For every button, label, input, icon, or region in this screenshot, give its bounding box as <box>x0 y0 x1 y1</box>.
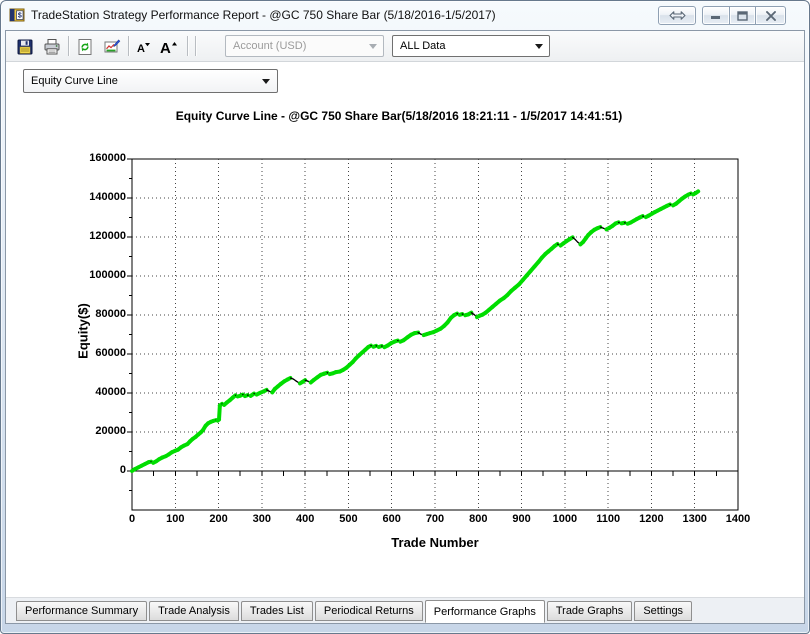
refresh-icon <box>78 38 92 55</box>
y-tick-label: 140000 <box>89 191 126 203</box>
tab-trade-analysis[interactable]: Trade Analysis <box>149 601 239 621</box>
y-axis-title: Equity($) <box>75 303 91 359</box>
increase-font-button[interactable]: A <box>154 34 184 59</box>
window-controls <box>702 6 786 25</box>
graph-type-combo[interactable]: Equity Curve Line <box>23 69 278 93</box>
svg-text:$: $ <box>18 13 22 20</box>
toolbar-separator <box>68 36 70 56</box>
close-icon <box>765 10 776 21</box>
undock-button[interactable] <box>658 6 696 25</box>
decrease-font-button[interactable]: A <box>132 34 154 59</box>
y-tick-label: 0 <box>119 464 126 476</box>
tab-trades-list[interactable]: Trades List <box>240 601 313 621</box>
customize-button[interactable] <box>99 34 125 59</box>
y-tick-label: 20000 <box>95 425 126 437</box>
title-bar[interactable]: $ TradeStation Strategy Performance Repo… <box>1 1 809 30</box>
tab-performance-graphs[interactable]: Performance Graphs <box>424 600 545 623</box>
refresh-button[interactable] <box>72 34 98 59</box>
account-combo-value: Account (USD) <box>233 40 307 52</box>
y-tick-label: 40000 <box>95 386 126 398</box>
y-tick-label: 100000 <box>89 269 126 281</box>
toolbar-separator <box>187 36 189 56</box>
close-button[interactable] <box>756 6 786 25</box>
save-button[interactable] <box>12 34 38 59</box>
data-range-combo[interactable]: ALL Data <box>392 35 550 57</box>
undock-icon <box>668 11 686 20</box>
chevron-down-icon <box>262 79 270 84</box>
window-title: TradeStation Strategy Performance Report… <box>31 8 496 22</box>
save-icon <box>17 39 33 54</box>
account-combo: Account (USD) <box>225 35 384 57</box>
y-tick-label: 120000 <box>89 230 126 242</box>
chevron-down-icon <box>369 44 377 49</box>
toolbar-separator <box>128 36 130 56</box>
chevron-down-icon <box>535 44 543 49</box>
chart-title: Equity Curve Line - @GC 750 Share Bar(5/… <box>175 109 623 123</box>
toolbar: A A Account (USD) ALL Data <box>6 31 804 62</box>
restore-icon <box>737 10 748 21</box>
y-tick-label: 160000 <box>89 152 126 164</box>
graph-type-combo-value: Equity Curve Line <box>31 75 118 87</box>
increase-font-icon: A <box>160 40 177 56</box>
report-tab-strip: Performance Summary Trade Analysis Trades … <box>6 597 804 623</box>
x-tick-label: 1400 <box>725 513 751 525</box>
tab-settings[interactable]: Settings <box>634 601 693 621</box>
print-icon <box>44 38 60 54</box>
tradestation-performance-report-window: $ TradeStation Strategy Performance Repo… <box>0 0 810 634</box>
tab-trade-graphs[interactable]: Trade Graphs <box>546 601 633 621</box>
minimize-icon <box>711 16 720 19</box>
tab-performance-summary[interactable]: Performance Summary <box>16 601 148 621</box>
data-range-combo-value: ALL Data <box>400 40 446 52</box>
equity-curve-chart <box>127 158 739 511</box>
tab-periodical-returns[interactable]: Periodical Returns <box>314 601 423 621</box>
report-client-area: A A Account (USD) ALL Data Equity Curve … <box>5 30 805 624</box>
customize-report-icon <box>104 38 121 52</box>
app-icon: $ <box>9 8 25 22</box>
decrease-font-icon: A <box>137 42 150 55</box>
svg-text:A: A <box>160 40 171 56</box>
svg-text:A: A <box>137 43 145 55</box>
restore-button[interactable] <box>730 6 756 25</box>
minimize-button[interactable] <box>702 6 730 25</box>
print-button[interactable] <box>39 34 65 59</box>
x-axis-title: Trade Number <box>391 535 479 550</box>
toolbar-separator <box>195 36 197 56</box>
